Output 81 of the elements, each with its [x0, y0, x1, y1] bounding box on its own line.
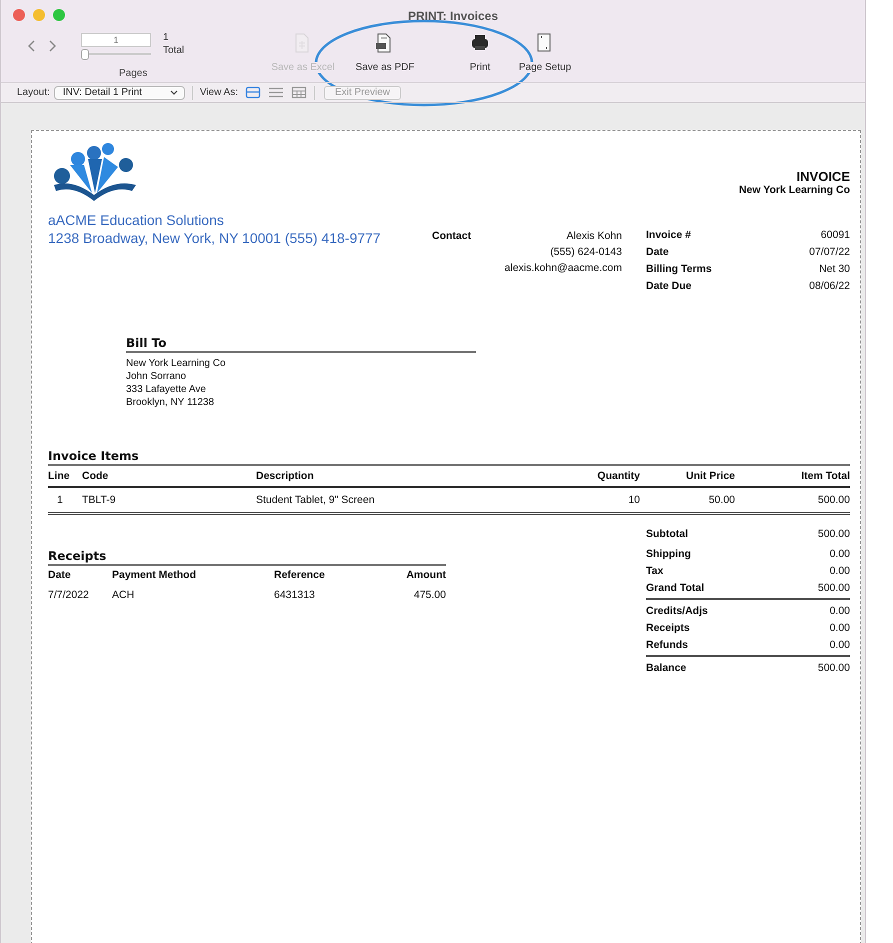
column-header: Payment Method — [112, 569, 196, 581]
table-cell: Student Tablet, 9" Screen — [256, 494, 375, 506]
layout-dropdown[interactable]: INV: Detail 1 Print — [54, 86, 185, 100]
column-header: Reference — [274, 569, 325, 581]
total-label: Refunds — [646, 638, 688, 650]
pages-label: Pages — [119, 68, 148, 79]
company-name: aACME Education Solutions — [48, 211, 225, 229]
toolbar-button[interactable]: Page Setup — [511, 30, 579, 73]
total-label: Shipping — [646, 548, 691, 560]
detail-label: Billing Terms — [646, 262, 712, 274]
previous-page-icon[interactable] — [27, 39, 37, 53]
bill-to-line: 333 Lafayette Ave — [126, 383, 207, 396]
total-label: Credits/Adjs — [646, 604, 708, 616]
customer-name: New York Learning Co — [738, 184, 850, 197]
bill-to-line: Brooklyn, NY 11238 — [126, 396, 216, 409]
detail-value: 08/06/22 — [809, 280, 850, 292]
table-cell: 50.00 — [708, 494, 735, 506]
minimize-button[interactable] — [33, 9, 45, 21]
table-cell: 1 — [57, 494, 63, 506]
total-value: 500.00 — [818, 528, 850, 540]
total-label: Tax — [646, 564, 664, 576]
column-header: Date — [48, 569, 71, 581]
column-header: Description — [256, 470, 314, 482]
detail-value: 07/07/22 — [809, 246, 850, 258]
chevron-icon — [170, 90, 178, 96]
zoom-button[interactable] — [53, 9, 65, 21]
total-label: Grand Total — [646, 582, 704, 594]
total-label: Balance — [646, 662, 686, 674]
next-page-icon[interactable] — [47, 39, 57, 53]
table-cell: TBLT-9 — [82, 494, 116, 506]
total-label: Subtotal — [646, 528, 688, 540]
print-button[interactable]: Print — [449, 30, 511, 73]
detail-label: Date — [646, 246, 669, 258]
page-slider[interactable] — [81, 49, 151, 60]
section-heading: Invoice Items — [48, 449, 850, 466]
detail-label: Date Due — [646, 280, 692, 292]
total-value: 0.00 — [830, 638, 850, 650]
page-field[interactable]: 1 — [81, 33, 151, 47]
column-header: Amount — [406, 569, 446, 581]
contact-label: Contact — [432, 230, 472, 242]
contact-detail: alexis.kohn@aacme.com — [504, 262, 622, 274]
layout-label: Layout: — [17, 87, 50, 98]
column-header: Item Total — [801, 470, 850, 482]
column-header: Unit Price — [686, 470, 735, 482]
total-value: 0.00 — [830, 604, 850, 616]
invoice-title: INVOICE — [796, 170, 850, 184]
total-label: Receipts — [646, 622, 690, 634]
form-view-icon[interactable] — [244, 86, 261, 99]
detail-label: Invoice # — [646, 228, 691, 240]
column-header: Code — [82, 470, 108, 482]
total-value: 0.00 — [830, 564, 850, 576]
table-cell: 10 — [628, 494, 640, 506]
table-cell: 500.00 — [818, 494, 850, 506]
list-view-icon[interactable] — [268, 86, 284, 99]
company-address: 1238 Broadway, New York, NY 10001 (555) 418-9777 — [48, 229, 382, 247]
table-cell: ACH — [112, 589, 134, 601]
page-count: 1 — [163, 31, 170, 44]
column-header: Line — [48, 470, 70, 482]
contact-detail: (555) 624-0143 — [549, 246, 622, 258]
bill-to-line: New York Learning Co — [126, 357, 227, 370]
table-cell: 7/7/2022 — [48, 589, 89, 601]
total-value: 500.00 — [818, 582, 850, 594]
total-value: 500.00 — [818, 662, 850, 674]
total-value: 0.00 — [830, 548, 850, 560]
printer-icon — [470, 33, 490, 53]
bill-to-heading: Bill To — [126, 336, 476, 353]
contact-detail: Alexis Kohn — [566, 230, 622, 242]
table-cell: 6431313 — [274, 589, 315, 601]
detail-value: 60091 — [820, 228, 850, 240]
bill-to-line: John Sorrano — [126, 370, 188, 383]
detail-value: Net 30 — [819, 262, 850, 274]
toolbar-button[interactable]: Save as PDF — [345, 30, 425, 73]
close-button[interactable] — [13, 9, 25, 21]
total-value: 0.00 — [830, 622, 850, 634]
view-as-label: View As: — [200, 87, 238, 98]
window-title: PRINT: Invoices — [408, 9, 498, 23]
table-view-icon[interactable] — [290, 86, 307, 99]
page-count-label: Total — [163, 44, 184, 57]
column-header: Quantity — [597, 470, 640, 482]
section-heading: Receipts — [48, 549, 446, 566]
table-cell: 475.00 — [414, 589, 446, 601]
